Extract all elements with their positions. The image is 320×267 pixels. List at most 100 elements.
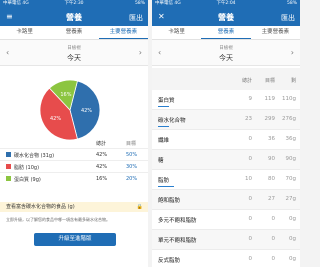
- nutrient-total: 0: [248, 156, 253, 162]
- pie-label: 16%: [60, 92, 71, 98]
- table-row[interactable]: 糖 0 90 90g: [152, 150, 300, 170]
- battery-text: 58%: [134, 1, 145, 6]
- table-row[interactable]: 多元不飽和脂肪 0 0 0g: [152, 210, 300, 230]
- nutrient-left: 110g: [282, 96, 296, 102]
- progress-bar: [158, 125, 169, 127]
- nutrient-name: 單元不飽和脂肪: [158, 238, 197, 244]
- nutrient-goal: 0: [271, 216, 276, 222]
- battery-text: 58%: [286, 1, 297, 6]
- legend-total: 42%: [96, 152, 108, 158]
- protein-swatch: [6, 176, 11, 181]
- nutrient-left: 70g: [285, 176, 297, 182]
- nutrient-total: 0: [248, 236, 253, 242]
- nutrient-name: 脂肪: [158, 178, 170, 184]
- nutrient-total: 10: [245, 176, 252, 182]
- date-label: 今天: [219, 54, 233, 62]
- table-row[interactable]: 脂肪 10 80 70g: [152, 170, 300, 190]
- upgrade-button[interactable]: 升級至進階版: [34, 233, 116, 246]
- time-text: 下午2:30: [64, 1, 84, 6]
- nutrient-goal: 27: [268, 196, 275, 202]
- nutrient-goal: 90: [268, 156, 275, 162]
- pie-label: 42%: [50, 116, 61, 122]
- nutrient-goal: 0: [271, 256, 276, 262]
- tab-calories[interactable]: 卡路里: [152, 26, 201, 39]
- status-bar: 中華電信 4G 下午2:04 58%: [152, 0, 300, 8]
- premium-hint-banner[interactable]: 查看富含碳水化合物的食品 (g) 🔒: [0, 202, 148, 212]
- legend-name: 碳水化合物 (31g): [14, 153, 55, 159]
- progress-bar: [158, 105, 169, 107]
- progress-bar: [158, 185, 175, 187]
- nutrient-goal: 299: [264, 116, 276, 122]
- legend-goal[interactable]: 50%: [126, 152, 137, 158]
- page-title: 營養: [218, 13, 234, 22]
- status-bar: 中華電信 4G 下午2:30 58%: [0, 0, 148, 8]
- view-mode-dropdown[interactable]: 日檢視: [152, 45, 300, 51]
- hint-body: 立即升級，以了解您的食品中哪一項含有最多碳水化合物。: [6, 217, 110, 222]
- nutrient-total: 0: [248, 136, 253, 142]
- next-day-icon[interactable]: ›: [291, 48, 294, 57]
- legend-goal[interactable]: 30%: [126, 164, 137, 170]
- carbs-swatch: [6, 152, 11, 157]
- nutrient-goal: 80: [268, 176, 275, 182]
- legend-goal[interactable]: 20%: [126, 176, 137, 182]
- date-selector: ‹ 日檢視 今天 ›: [152, 40, 300, 66]
- legend-row: 脂肪 (10g) 42% 30%: [0, 160, 148, 172]
- tab-macronutrients[interactable]: 主要營養素: [251, 26, 300, 39]
- export-button[interactable]: 匯出: [129, 13, 143, 23]
- nutrient-left: 90g: [285, 156, 297, 162]
- legend-total: 42%: [96, 164, 108, 170]
- legend-name: 蛋白質 (9g): [14, 177, 41, 183]
- nutrient-left: 0g: [289, 216, 296, 222]
- nutrient-name: 糖: [158, 158, 164, 164]
- next-day-icon[interactable]: ›: [139, 48, 142, 57]
- tab-bar: 卡路里 營養素 主要營養素: [152, 26, 300, 40]
- tab-macronutrients[interactable]: 主要營養素: [98, 26, 148, 39]
- hint-title: 查看富含碳水化合物的食品 (g): [6, 204, 75, 210]
- legend-total: 16%: [96, 176, 108, 182]
- pie-label: 42%: [81, 108, 92, 114]
- table-header: 總計 目標 剩: [152, 68, 300, 90]
- col-left-header: 剩: [290, 78, 296, 84]
- nutrient-left: 276g: [282, 116, 296, 122]
- lock-icon: 🔒: [136, 204, 143, 210]
- col-total-header: 總計: [241, 78, 252, 84]
- export-button[interactable]: 匯出: [281, 13, 295, 23]
- nutrient-total: 0: [248, 256, 253, 262]
- table-row[interactable]: 單元不飽和脂肪 0 0 0g: [152, 230, 300, 250]
- nutrient-name: 纖維: [158, 138, 170, 144]
- macro-pie-chart: 42% 42% 16%: [38, 78, 102, 146]
- nutrient-total: 23: [245, 116, 252, 122]
- legend-total-header: 總計: [96, 141, 107, 147]
- tab-bar: 卡路里 營養素 主要營養素: [0, 26, 148, 40]
- table-row[interactable]: 飽和脂肪 0 27 27g: [152, 190, 300, 210]
- col-goal-header: 目標: [264, 78, 275, 84]
- nutrient-left: 36g: [285, 136, 297, 142]
- view-mode-dropdown[interactable]: 日檢視: [0, 45, 148, 51]
- legend-name: 脂肪 (10g): [14, 165, 40, 171]
- nutrient-left: 27g: [285, 196, 297, 202]
- nutrient-name: 飽和脂肪: [158, 198, 181, 204]
- tab-nutrients[interactable]: 營養素: [49, 26, 98, 39]
- nutrient-table: 總計 目標 剩 蛋白質 9 119 110g 碳水化合物 23 299 276g 纖維 0 36 36…: [152, 68, 300, 267]
- legend-row: 碳水化合物 (31g) 42% 50%: [0, 148, 148, 160]
- right-phone-screen: 中華電信 4G 下午2:04 58% ✕ 營養 匯出 卡路里 營養素 主要營養素…: [152, 0, 300, 267]
- nutrient-name: 反式脂肪: [158, 258, 181, 264]
- nutrient-rows: 蛋白質 9 119 110g 碳水化合物 23 299 276g 纖維 0 36 36g 糖 0 90 90g…: [152, 90, 300, 267]
- legend-header: 總計 目標: [0, 140, 148, 148]
- table-row[interactable]: 蛋白質 9 119 110g: [152, 90, 300, 110]
- table-row[interactable]: 碳水化合物 23 299 276g: [152, 110, 300, 130]
- nutrient-left: 0g: [289, 236, 296, 242]
- tab-calories[interactable]: 卡路里: [0, 26, 49, 39]
- title-bar: ≡ 營養 匯出: [0, 8, 148, 26]
- nutrient-name: 多元不飽和脂肪: [158, 218, 197, 224]
- page-title: 營養: [66, 13, 82, 22]
- table-row[interactable]: 纖維 0 36 36g: [152, 130, 300, 150]
- nutrient-left: 0g: [289, 256, 296, 262]
- date-label: 今天: [67, 54, 81, 62]
- table-row[interactable]: 反式脂肪 0 0 0g: [152, 250, 300, 267]
- nutrient-name: 蛋白質: [158, 98, 175, 104]
- nutrient-total: 0: [248, 216, 253, 222]
- date-selector: ‹ 日檢視 今天 ›: [0, 40, 148, 66]
- tab-nutrients[interactable]: 營養素: [201, 26, 251, 39]
- legend-goal-header: 目標: [126, 141, 137, 147]
